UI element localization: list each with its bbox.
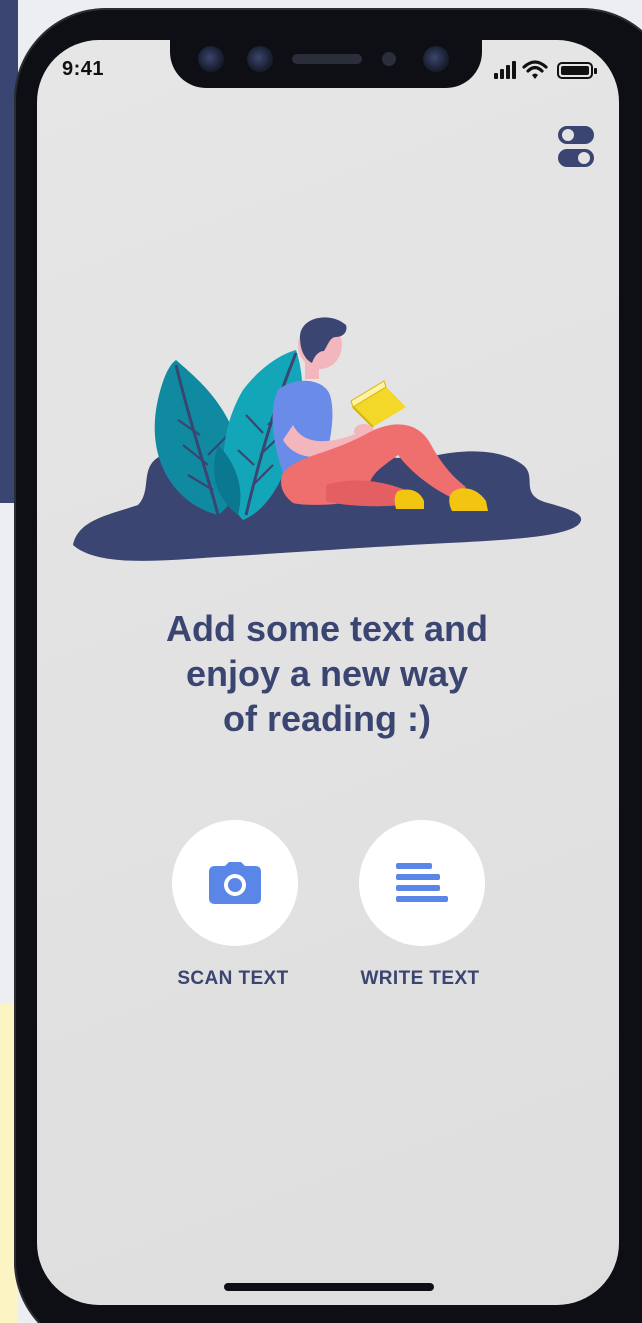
headline-line: Add some text and (165, 608, 489, 649)
headline-line: of reading :) (223, 698, 431, 739)
signal-icon (494, 61, 516, 79)
battery-icon (557, 62, 597, 79)
toggle-switches-icon[interactable] (556, 124, 596, 170)
phone-notch (170, 18, 482, 88)
headline-line: enjoy a new way (185, 653, 469, 694)
proximity-sensor (382, 52, 396, 66)
status-icons (494, 60, 597, 79)
camera-lens-icon (423, 46, 449, 72)
write-text-label[interactable]: WRITE TEXT (320, 968, 520, 990)
status-time: 9:41 (62, 58, 105, 80)
speaker-grille (292, 54, 362, 64)
text-lines-icon (396, 863, 448, 902)
camera-lens-icon (198, 46, 224, 72)
wifi-icon (522, 60, 548, 79)
camera-lens-icon (247, 46, 273, 72)
scan-text-label[interactable]: SCAN TEXT (133, 968, 333, 990)
person-reading-illustration (73, 317, 582, 561)
write-text-button[interactable] (359, 820, 485, 946)
scan-text-button[interactable] (172, 820, 298, 946)
headline: Add some text and enjoy a new way of rea… (80, 606, 574, 741)
camera-icon (209, 862, 261, 904)
home-indicator[interactable] (224, 1283, 434, 1291)
